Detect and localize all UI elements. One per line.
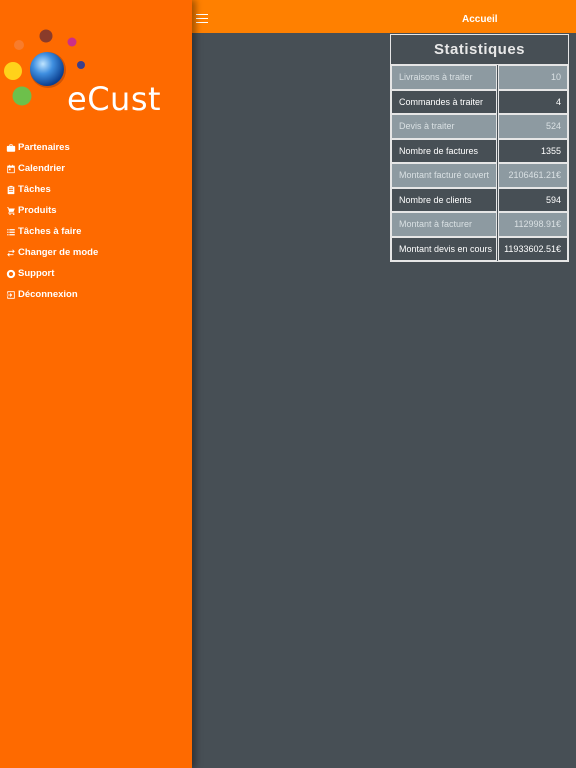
support-icon [5, 268, 16, 279]
cart-icon [5, 205, 16, 216]
list-icon [5, 226, 16, 237]
stat-label: Nombre de clients [391, 187, 497, 212]
stat-value: 1355 [498, 138, 568, 163]
sidebar-item-label: Produits [18, 205, 57, 216]
stat-row[interactable]: Nombre de factures 1355 [391, 138, 568, 163]
sidebar-item-produits[interactable]: Produits [0, 200, 192, 221]
sidebar-item-label: Partenaires [18, 142, 70, 153]
clipboard-icon [5, 184, 16, 195]
sidebar-item-label: Tâches à faire [18, 226, 82, 237]
sidebar-item-taches-a-faire[interactable]: Tâches à faire [0, 221, 192, 242]
stat-label: Montant facturé ouvert [391, 163, 497, 188]
sidebar-item-label: Déconnexion [18, 289, 78, 300]
stat-label: Montant devis en cours [391, 236, 497, 261]
sidebar: eCust Partenaires Calendrier Tâches Prod… [0, 0, 192, 768]
stat-value: 10 [498, 65, 568, 90]
sidebar-item-changer-de-mode[interactable]: Changer de mode [0, 242, 192, 263]
logo-text: eCust [67, 80, 162, 118]
statistics-panel: Statistiques Livraisons à traiter 10 Com… [390, 34, 569, 262]
stat-value: 112998.91€ [498, 212, 568, 237]
statistics-title: Statistiques [391, 35, 568, 65]
stat-label: Commandes à traiter [391, 89, 497, 114]
stat-label: Devis à traiter [391, 114, 497, 139]
stat-row[interactable]: Livraisons à traiter 10 [391, 65, 568, 90]
stat-value: 2106461.21€ [498, 163, 568, 188]
sidebar-item-calendrier[interactable]: Calendrier [0, 158, 192, 179]
briefcase-icon [5, 142, 16, 153]
stat-label: Nombre de factures [391, 138, 497, 163]
stat-row[interactable]: Nombre de clients 594 [391, 187, 568, 212]
stat-row[interactable]: Commandes à traiter 4 [391, 89, 568, 114]
hamburger-menu-icon[interactable] [196, 14, 208, 24]
sidebar-menu: Partenaires Calendrier Tâches Produits T… [0, 137, 192, 305]
stat-value: 11933602.51€ [498, 236, 568, 261]
sidebar-item-taches[interactable]: Tâches [0, 179, 192, 200]
app-logo: eCust [0, 0, 192, 130]
sidebar-item-label: Calendrier [18, 163, 65, 174]
stat-row[interactable]: Montant devis en cours 11933602.51€ [391, 236, 568, 261]
sidebar-item-label: Tâches [18, 184, 51, 195]
stat-value: 594 [498, 187, 568, 212]
stat-value: 524 [498, 114, 568, 139]
stat-label: Livraisons à traiter [391, 65, 497, 90]
sidebar-item-label: Support [18, 268, 55, 279]
stat-row[interactable]: Montant facturé ouvert 2106461.21€ [391, 163, 568, 188]
sidebar-item-partenaires[interactable]: Partenaires [0, 137, 192, 158]
sidebar-item-deconnexion[interactable]: Déconnexion [0, 284, 192, 305]
calendar-icon [5, 163, 16, 174]
logout-icon [5, 289, 16, 300]
stat-row[interactable]: Montant à facturer 112998.91€ [391, 212, 568, 237]
stat-row[interactable]: Devis à traiter 524 [391, 114, 568, 139]
stat-value: 4 [498, 89, 568, 114]
stat-label: Montant à facturer [391, 212, 497, 237]
swap-icon [5, 247, 16, 258]
sidebar-item-support[interactable]: Support [0, 263, 192, 284]
sidebar-item-label: Changer de mode [18, 247, 99, 258]
top-bar: Accueil [192, 0, 576, 33]
page-title: Accueil [462, 14, 498, 25]
